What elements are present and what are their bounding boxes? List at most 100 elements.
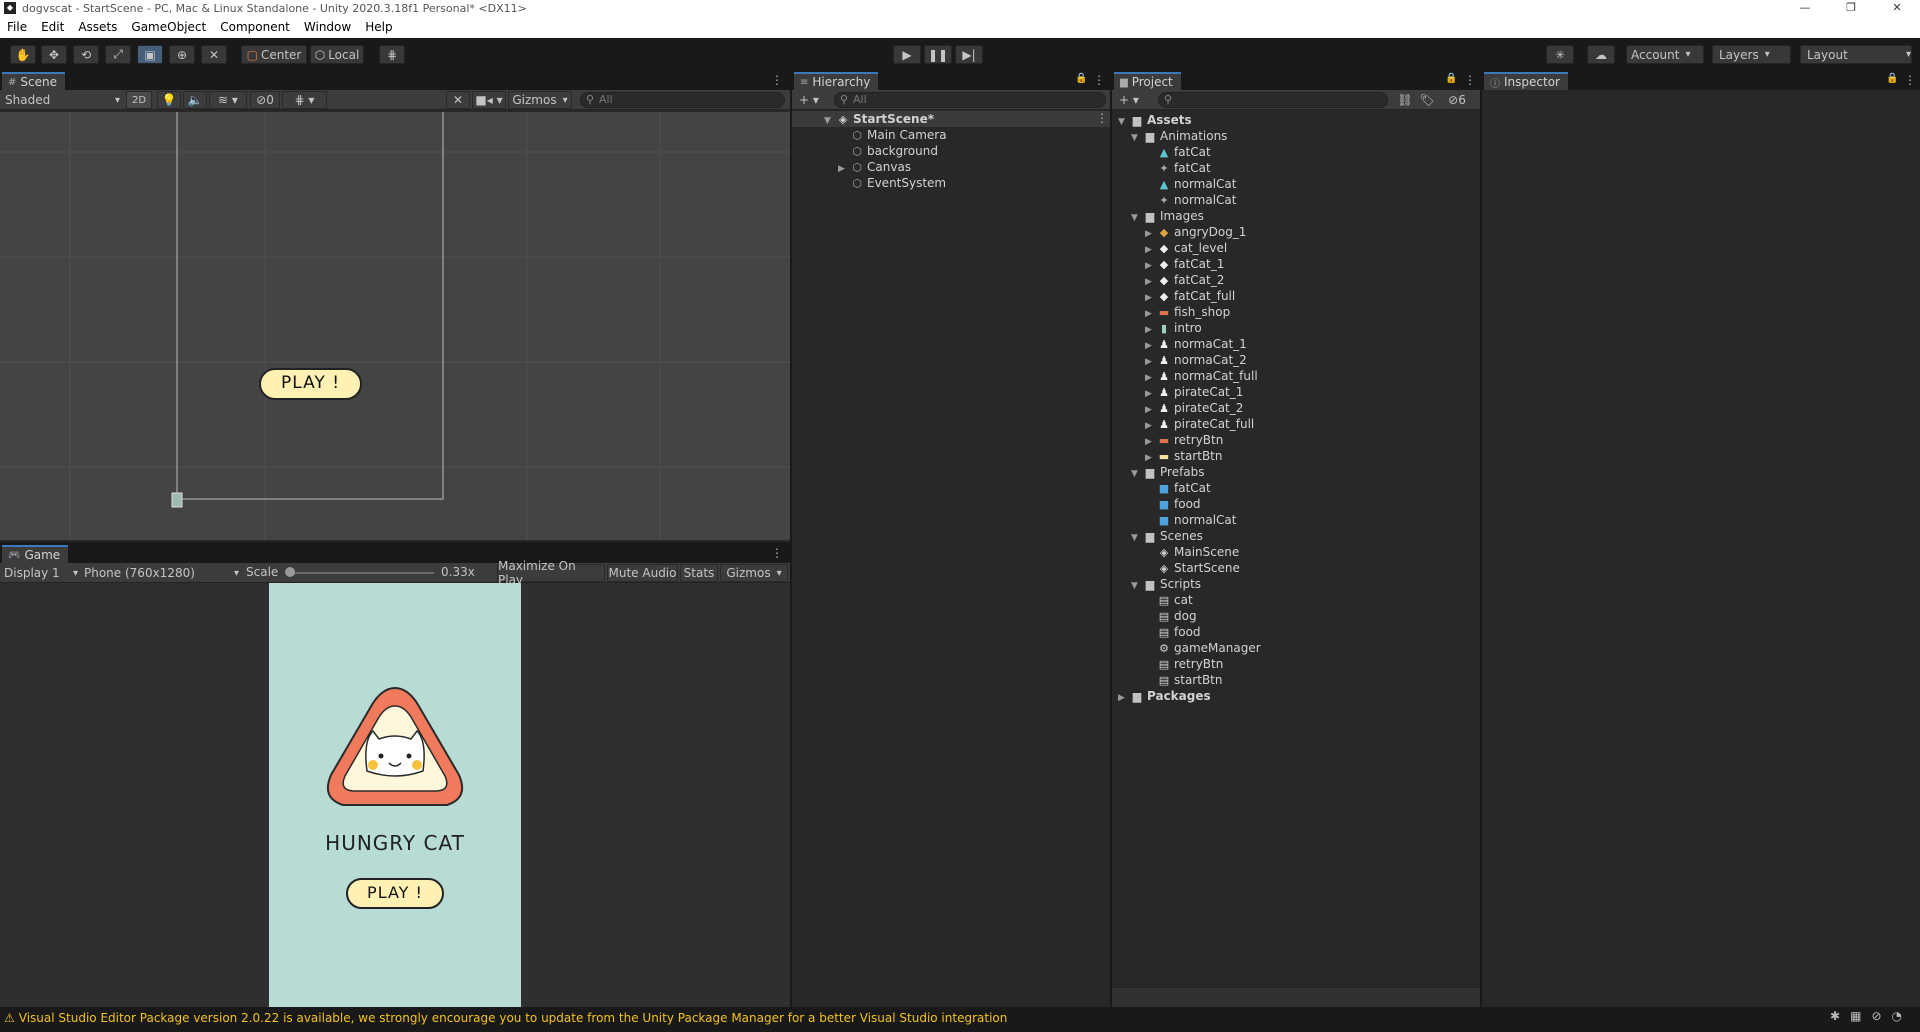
hidden-packages-toggle[interactable]: ⊘ 6 [1440,91,1474,109]
folder-prefabs[interactable]: ▼ ▆ Prefabs [1131,464,1205,480]
project-add-button[interactable]: + ▾ [1116,91,1142,109]
layers-dropdown[interactable]: Layers [1712,45,1791,64]
folder-scripts[interactable]: ▼ ▆ Scripts [1131,576,1201,592]
close-button[interactable]: ✕ [1874,0,1920,16]
asset-item[interactable]: ▤ startBtn [1157,672,1223,688]
scene-row-menu-icon[interactable]: ⋮ [1096,111,1108,125]
rotate-tool-icon[interactable]: ⟲ [73,45,99,64]
menu-assets[interactable]: Assets [71,20,124,34]
gizmos-dropdown[interactable]: Gizmos [508,91,572,109]
asset-item[interactable]: ⚙ gameManager [1157,640,1261,656]
scale-slider-thumb[interactable] [285,567,295,577]
hierarchy-item[interactable]: ⬡ background [838,143,938,159]
search-by-label-icon[interactable]: 🏷 [1418,91,1436,109]
asset-item[interactable]: ✦ normalCat [1157,192,1236,208]
hierarchy-item[interactable]: ▶ ⬡ Canvas [838,159,911,175]
asset-item[interactable]: ▶ ▬ retryBtn [1145,432,1223,448]
hierarchy-lock-icon[interactable]: 🔒 [1075,73,1087,84]
asset-item[interactable]: ■ fatCat [1157,480,1211,496]
folder-animations[interactable]: ▼ ▆ Animations [1131,128,1227,144]
asset-item[interactable]: ▲ normalCat [1157,176,1237,192]
scene-play-button[interactable]: PLAY ! [259,368,362,400]
scene-viewport[interactable]: PLAY ! [0,112,790,540]
menu-file[interactable]: File [0,20,34,34]
search-by-type-icon[interactable]: ⛓ [1396,91,1414,109]
status-bar[interactable]: ⚠ Visual Studio Editor Package version 2… [0,1007,1920,1028]
scene-tools-icon[interactable]: ✕ [446,91,470,109]
folder-images[interactable]: ▼ ▆ Images [1131,208,1204,224]
menu-component[interactable]: Component [213,20,297,34]
asset-item[interactable]: ▤ dog [1157,608,1197,624]
restore-button[interactable]: ❐ [1828,0,1874,16]
asset-item[interactable]: ▶ ♟ pirateCat_2 [1145,400,1243,416]
tab-hierarchy[interactable]: ≡ Hierarchy [794,72,879,90]
hand-tool-icon[interactable]: ✋ [10,45,36,64]
maximize-on-play-toggle[interactable]: Maximize On Play [497,559,605,587]
scene-menu-icon[interactable]: ⋮ [771,73,783,87]
asset-item[interactable]: ◈ MainScene [1157,544,1239,560]
asset-item[interactable]: ▤ retryBtn [1157,656,1224,672]
shading-mode-dropdown[interactable]: Shaded [2,91,120,109]
menu-help[interactable]: Help [358,20,399,34]
toggle-2d-button[interactable]: 2D [126,91,152,109]
cloud-icon[interactable]: ☁ [1587,45,1615,64]
pause-button[interactable]: ❚❚ [924,45,952,64]
audio-toggle-icon[interactable]: 🔈 [183,91,207,109]
camera-dropdown-icon[interactable]: ■◂ ▾ [472,91,506,109]
layout-dropdown[interactable]: Layout [1800,45,1912,64]
mute-audio-toggle[interactable]: Mute Audio [607,564,678,582]
pivot-center-toggle[interactable]: ▢ Center [241,45,307,64]
project-menu-icon[interactable]: ⋮ [1464,73,1476,87]
folder-scenes[interactable]: ▼ ▆ Scenes [1131,528,1203,544]
asset-item[interactable]: ▶ ▬ startBtn [1145,448,1223,464]
lighting-toggle-icon[interactable]: 💡 [157,91,181,109]
tab-scene[interactable]: # Scene [2,72,65,90]
tab-inspector[interactable]: ⓘ Inspector [1484,72,1568,90]
asset-item[interactable]: ▲ fatCat [1157,144,1211,160]
menu-gameobject[interactable]: GameObject [124,20,213,34]
hierarchy-item[interactable]: ⬡ EventSystem [838,175,946,191]
minimize-button[interactable]: — [1782,0,1828,16]
services-icon[interactable]: ✳ [1546,45,1574,64]
asset-item[interactable]: ▶ ♟ pirateCat_full [1145,416,1254,432]
tab-game[interactable]: 🎮 Game [2,545,69,563]
grid-snap-icon[interactable]: ⋕ [379,45,405,64]
step-button[interactable]: ▶| [955,45,983,64]
game-play-button[interactable]: PLAY ! [346,878,444,909]
hierarchy-menu-icon[interactable]: ⋮ [1093,73,1105,87]
debug-icon[interactable]: ✱ [1830,1009,1850,1023]
asset-item[interactable]: ▤ cat [1157,592,1193,608]
hidden-objects-toggle[interactable]: ⊘ 0 [250,91,280,109]
space-local-toggle[interactable]: ⬡ Local [310,45,364,64]
inspector-menu-icon[interactable]: ⋮ [1904,73,1916,87]
progress-icon[interactable]: ◔ [1892,1009,1912,1023]
menu-edit[interactable]: Edit [34,20,71,34]
resolution-dropdown[interactable]: Phone (760x1280) [82,564,239,582]
cache-icon[interactable]: ▦ [1850,1009,1871,1023]
asset-item[interactable]: ▶ ◆ cat_level [1145,240,1227,256]
play-button[interactable]: ▶ [893,45,921,64]
scene-header-row[interactable]: ▼ ◈ StartScene* ⋮ [792,111,1110,127]
scale-slider-track[interactable] [290,572,434,574]
stats-toggle[interactable]: Stats [680,564,718,582]
tab-project[interactable]: ▆ Project [1114,72,1181,90]
display-dropdown[interactable]: Display 1 [2,564,78,582]
hierarchy-add-button[interactable]: + ▾ [796,91,822,109]
asset-item[interactable]: ▶ ◆ fatCat_1 [1145,256,1224,272]
move-tool-icon[interactable]: ✥ [41,45,67,64]
asset-item[interactable]: ■ normalCat [1157,512,1237,528]
effects-dropdown-icon[interactable]: ≋ ▾ [209,91,247,109]
project-lock-icon[interactable]: 🔒 [1445,73,1457,84]
grid-dropdown-icon[interactable]: ⋕ ▾ [282,91,327,109]
transform-tool-icon[interactable]: ⊕ [169,45,195,64]
custom-tool-icon[interactable]: ✕ [201,45,227,64]
hierarchy-item[interactable]: ⬡ Main Camera [838,127,946,143]
asset-item[interactable]: ■ food [1157,496,1201,512]
game-viewport[interactable]: HUNGRY CAT PLAY ! [0,583,790,1007]
scene-search-input[interactable]: All [580,92,785,108]
menu-window[interactable]: Window [297,20,358,34]
scene-root[interactable]: ▼ ◈ StartScene* [824,111,934,127]
game-menu-icon[interactable]: ⋮ [771,546,783,560]
asset-item[interactable]: ▶ ▬ fish_shop [1145,304,1230,320]
asset-item[interactable]: ▶ ♟ normaCat_1 [1145,336,1247,352]
